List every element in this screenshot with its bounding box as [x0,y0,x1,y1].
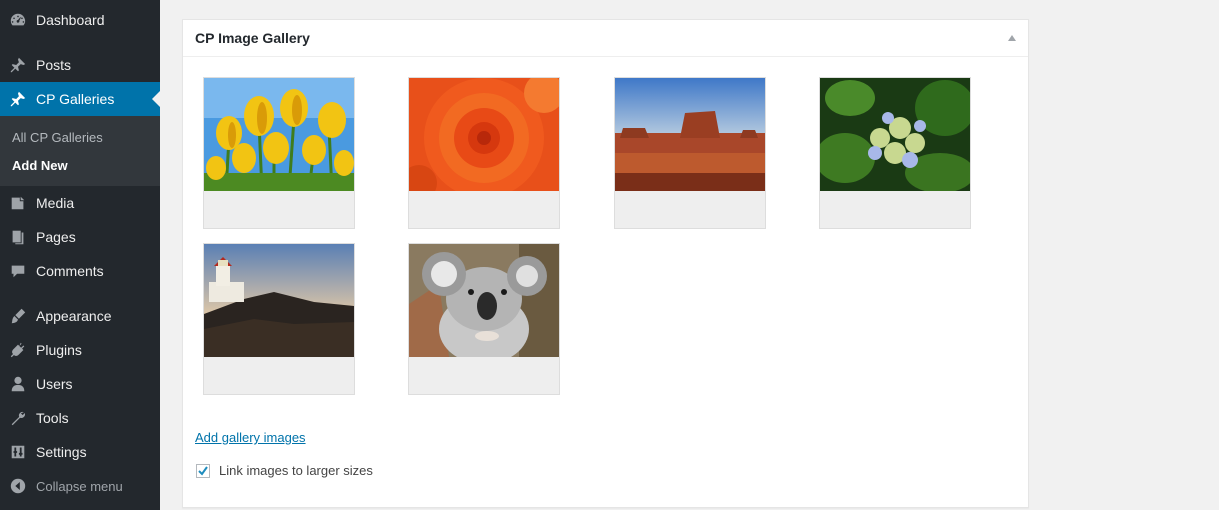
collapse-menu-label: Collapse menu [36,478,123,494]
link-images-checkbox[interactable] [196,463,210,478]
koala-image [409,244,559,357]
sliders-icon [8,442,28,462]
sidebar-item-tools[interactable]: Tools [0,401,160,435]
sidebar-item-label: CP Galleries [36,91,115,107]
collapse-toggle-icon[interactable] [1008,35,1016,41]
chrysanthemum-image [409,78,559,191]
pushpin-icon [8,89,28,109]
media-icon [8,193,28,213]
pushpin-icon [8,55,28,75]
sidebar-item-posts[interactable]: Posts [0,48,160,82]
pages-icon [8,227,28,247]
sidebar-item-label: Settings [36,444,87,460]
submenu-item-add-new[interactable]: Add New [12,158,68,173]
gallery-metabox: CP Image Gallery Add gallery images Link… [182,19,1029,508]
sidebar-item-plugins[interactable]: Plugins [0,333,160,367]
gallery-thumb-desert[interactable] [614,77,766,229]
gallery-thumb-tulips[interactable] [203,77,355,229]
collapse-arrow-icon [8,476,28,496]
sidebar-item-label: Dashboard [36,12,105,28]
comment-icon [8,261,28,281]
gallery-thumb-lighthouse[interactable] [203,243,355,395]
link-images-option: Link images to larger sizes [196,463,373,478]
sidebar-submenu: All CP Galleries Add New [0,116,160,186]
submenu-item-all-galleries[interactable]: All CP Galleries [12,130,103,145]
add-gallery-images-link[interactable]: Add gallery images [195,430,306,445]
hydrangea-image [820,78,970,191]
sidebar-item-label: Users [36,376,73,392]
checkmark-icon [198,465,208,476]
user-icon [8,374,28,394]
sidebar-item-label: Plugins [36,342,82,358]
sidebar-item-label: Pages [36,229,76,245]
sidebar-item-label: Media [36,195,75,211]
dashboard-icon [8,10,28,30]
sidebar-item-label: Comments [36,263,104,279]
metabox-header: CP Image Gallery [183,20,1028,57]
sidebar-item-dashboard[interactable]: Dashboard [0,3,160,37]
sidebar-item-settings[interactable]: Settings [0,435,160,469]
admin-sidebar: Dashboard Posts CP Galleries All CP Gall… [0,0,160,510]
sidebar-item-cp-galleries[interactable]: CP Galleries [0,82,160,116]
wrench-icon [8,408,28,428]
gallery-thumb-chrysanthemum[interactable] [408,77,560,229]
gallery-thumb-hydrangea[interactable] [819,77,971,229]
collapse-menu-button[interactable]: Collapse menu [0,469,160,503]
gallery-thumb-koala[interactable] [408,243,560,395]
sidebar-item-media[interactable]: Media [0,186,160,220]
sidebar-item-label: Appearance [36,308,112,324]
sidebar-item-appearance[interactable]: Appearance [0,299,160,333]
sidebar-item-comments[interactable]: Comments [0,254,160,288]
sidebar-item-users[interactable]: Users [0,367,160,401]
sidebar-item-pages[interactable]: Pages [0,220,160,254]
lighthouse-image [204,244,354,357]
sidebar-item-label: Posts [36,57,72,73]
desert-image [615,78,765,191]
plug-icon [8,340,28,360]
link-images-label: Link images to larger sizes [219,463,373,478]
brush-icon [8,306,28,326]
sidebar-item-label: Tools [36,410,69,426]
metabox-title: CP Image Gallery [195,30,310,46]
tulips-image [204,78,354,191]
